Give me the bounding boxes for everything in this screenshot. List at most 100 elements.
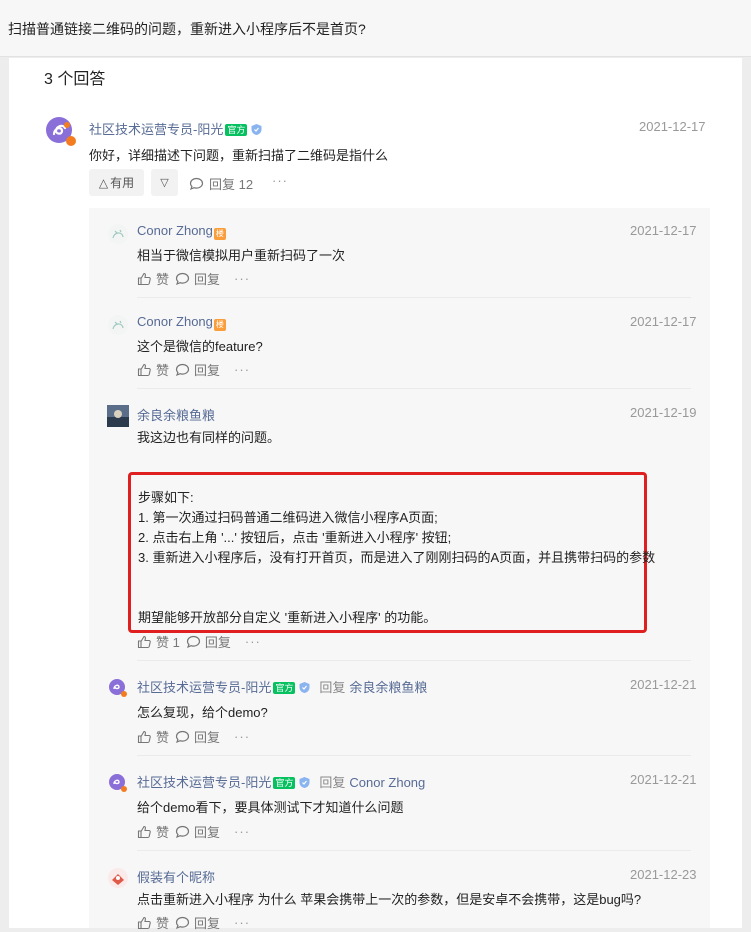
comment-author[interactable]: Conor Zhong 楼	[137, 314, 226, 331]
avatar[interactable]	[107, 772, 129, 794]
shield-icon	[298, 776, 311, 789]
like-button[interactable]: 赞	[137, 360, 169, 379]
reply-label: 回复	[194, 730, 221, 745]
comment-icon	[175, 272, 190, 286]
like-button[interactable]: 赞 1	[137, 632, 180, 651]
thumbs-up-icon	[137, 635, 152, 649]
comment-text: 这个是微信的feature?	[137, 339, 263, 354]
author-name[interactable]: 社区技术运营专员-阳光	[89, 122, 223, 137]
shield-icon	[298, 681, 311, 694]
like-button[interactable]: 赞	[137, 913, 169, 932]
comment-actions: 赞 回复 ···	[137, 269, 250, 288]
not-useful-button[interactable]: ▽	[151, 169, 178, 196]
reply-button[interactable]: 回复	[175, 269, 220, 288]
thumbs-up-icon	[137, 825, 152, 839]
like-button[interactable]: 赞	[137, 269, 169, 288]
reply-word: 回复	[319, 680, 346, 695]
comment-text: 给个demo看下，要具体测试下才知道什么问题	[137, 800, 404, 815]
comment-author[interactable]: 社区技术运营专员-阳光 官方 回复 余良余粮鱼粮	[137, 677, 427, 696]
reply-button[interactable]: 回复	[175, 727, 220, 746]
comment-icon	[175, 730, 190, 744]
reply-label: 回复	[194, 825, 221, 840]
reply-label: 回复	[194, 916, 221, 931]
avatar[interactable]	[107, 314, 129, 336]
author-name[interactable]: 假装有个昵称	[137, 870, 215, 885]
more-icon[interactable]: ···	[234, 271, 250, 286]
reply-button[interactable]: 回复	[175, 913, 220, 932]
reply-button[interactable]: 回复	[186, 632, 231, 651]
question-title: 扫描普通链接二维码的问题，重新进入小程序后不是首页?	[8, 21, 366, 37]
more-icon[interactable]: ···	[234, 362, 250, 377]
reply-button[interactable]: 回复	[175, 822, 220, 841]
official-badge: 官方	[273, 777, 296, 789]
more-icon[interactable]: ···	[272, 173, 288, 188]
comment-actions: 赞 回复 ···	[137, 913, 250, 932]
thumbs-up-icon	[137, 730, 152, 744]
reply-label: 回复	[194, 363, 221, 378]
reply-label: 回复	[204, 635, 231, 650]
comment-icon	[186, 635, 201, 649]
reply-button[interactable]: 回复 12	[189, 174, 253, 193]
author-name[interactable]: 社区技术运营专员-阳光	[137, 680, 271, 695]
comment-date: 2021-12-21	[630, 677, 697, 692]
author-name[interactable]: 余良余粮鱼粮	[137, 408, 215, 423]
like-label: 赞	[156, 825, 170, 840]
reply-to-user[interactable]: 余良余粮鱼粮	[349, 680, 427, 695]
answer-date: 2021-12-17	[639, 119, 706, 134]
author-badge: 楼	[213, 228, 226, 240]
reply-to-user[interactable]: Conor Zhong	[349, 775, 425, 790]
avatar[interactable]	[107, 405, 129, 427]
divider	[137, 660, 691, 661]
divider	[137, 850, 691, 851]
comment-author[interactable]: 余良余粮鱼粮	[137, 405, 215, 424]
comment-author[interactable]: 假装有个昵称	[137, 867, 215, 886]
useful-button[interactable]: △ 有用	[89, 169, 144, 196]
comment-icon	[175, 916, 190, 930]
avatar[interactable]	[107, 677, 129, 699]
triangle-up-icon: △	[98, 175, 109, 190]
more-icon[interactable]: ···	[234, 729, 250, 744]
comment-actions: 赞 回复 ···	[137, 727, 250, 746]
avatar[interactable]	[107, 867, 129, 889]
more-icon[interactable]: ···	[234, 824, 250, 839]
comment-date: 2021-12-21	[630, 772, 697, 787]
comment-actions: 赞 回复 ···	[137, 360, 250, 379]
like-button[interactable]: 赞	[137, 727, 169, 746]
shield-icon	[250, 123, 263, 136]
reply-button[interactable]: 回复	[175, 360, 220, 379]
author-name[interactable]: 社区技术运营专员-阳光	[137, 775, 271, 790]
thumbs-up-icon	[137, 363, 152, 377]
comment-text: 我这边也有同样的问题。	[137, 430, 281, 445]
answer-author[interactable]: 社区技术运营专员-阳光 官方	[89, 119, 263, 138]
reply-label: 回复	[194, 272, 221, 287]
comment-actions: 赞 1 回复 ···	[137, 632, 261, 651]
reply-word: 回复	[319, 775, 346, 790]
comment-author[interactable]: 社区技术运营专员-阳光 官方 回复 Conor Zhong	[137, 772, 425, 791]
divider	[137, 388, 691, 389]
answer-text: 你好，详细描述下问题，重新扫描了二维码是指什么	[89, 148, 389, 163]
useful-label: 有用	[110, 176, 135, 190]
more-icon[interactable]: ···	[245, 634, 261, 649]
reply-count: 回复 12	[209, 177, 254, 192]
comment-author[interactable]: Conor Zhong 楼	[137, 223, 226, 240]
comment-icon	[175, 363, 190, 377]
author-name[interactable]: Conor Zhong	[137, 223, 213, 238]
highlighted-detail: 步骤如下: 1. 第一次通过扫码普通二维码进入微信小程序A页面; 2. 点击右上…	[128, 472, 655, 633]
avatar[interactable]	[107, 223, 129, 245]
comment-date: 2021-12-17	[630, 314, 697, 329]
like-label: 赞	[156, 272, 170, 287]
like-label: 赞	[156, 730, 170, 745]
comment-date: 2021-12-23	[630, 867, 697, 882]
comment-text: 相当于微信模拟用户重新扫码了一次	[137, 248, 346, 263]
like-label: 赞	[156, 916, 170, 931]
official-badge: 官方	[225, 124, 248, 136]
comment-text: 怎么复现，给个demo?	[137, 705, 268, 720]
like-label: 赞	[156, 363, 170, 378]
thumbs-up-icon	[137, 916, 152, 930]
author-name[interactable]: Conor Zhong	[137, 314, 213, 329]
detail-text: 步骤如下: 1. 第一次通过扫码普通二维码进入微信小程序A页面; 2. 点击右上…	[138, 490, 656, 625]
like-button[interactable]: 赞	[137, 822, 169, 841]
official-badge: 官方	[273, 682, 296, 694]
avatar[interactable]	[45, 116, 77, 148]
triangle-down-icon: ▽	[160, 177, 169, 189]
